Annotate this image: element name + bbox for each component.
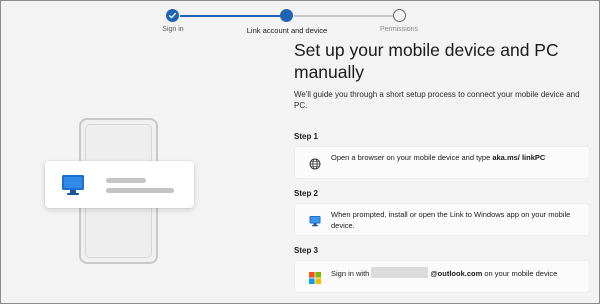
progress-stepper: Sign in Link account and device Permissi… bbox=[1, 7, 600, 37]
step-3-text-end: on your mobile device bbox=[482, 269, 558, 278]
redacted-email bbox=[371, 267, 429, 278]
step-1-heading: Step 1 bbox=[294, 132, 319, 141]
step-connector-todo bbox=[294, 15, 393, 17]
step-3-card: Sign in with @outlook.com on your mobile … bbox=[294, 260, 590, 293]
step-2-heading: Step 2 bbox=[294, 189, 319, 198]
step-3-text: Sign in with @outlook.com on your mobile … bbox=[331, 267, 581, 280]
step-3-email-domain: @outlook.com bbox=[430, 269, 483, 278]
step-2-card: When prompted, install or open the Link … bbox=[294, 203, 590, 236]
pc-link-card-illustration bbox=[45, 161, 194, 208]
step-2-text: When prompted, install or open the Link … bbox=[331, 210, 571, 230]
step-1-text-main: Open a browser on your mobile device and… bbox=[331, 153, 493, 162]
step-label-permissions: Permissions bbox=[379, 26, 419, 33]
step-1-text: Open a browser on your mobile device and… bbox=[331, 153, 581, 164]
step-1-card: Open a browser on your mobile device and… bbox=[294, 146, 590, 179]
step-pending-indicator bbox=[393, 9, 406, 22]
step-connector-done bbox=[180, 15, 280, 17]
microsoft-logo-icon bbox=[309, 271, 321, 284]
step-3-text-main: Sign in with bbox=[331, 269, 370, 278]
step-1-url[interactable]: aka.ms/ linkPC bbox=[492, 153, 545, 162]
placeholder-line bbox=[106, 188, 174, 193]
step-label-sign-in: Sign in bbox=[162, 26, 184, 33]
globe-icon bbox=[309, 157, 321, 170]
page-title: Set up your mobile device and PC manuall… bbox=[294, 40, 559, 82]
monitor-icon bbox=[61, 174, 85, 201]
step-complete-check-icon bbox=[166, 9, 179, 22]
placeholder-line bbox=[106, 178, 146, 183]
setup-window: Sign in Link account and device Permissi… bbox=[0, 0, 600, 304]
step-3-heading: Step 3 bbox=[294, 246, 319, 255]
step-current-indicator bbox=[280, 9, 293, 22]
link-to-windows-icon bbox=[309, 214, 321, 227]
page-subtitle: We'll guide you through a short setup pr… bbox=[294, 90, 580, 110]
step-label-link-account: Link account and device bbox=[246, 26, 328, 35]
